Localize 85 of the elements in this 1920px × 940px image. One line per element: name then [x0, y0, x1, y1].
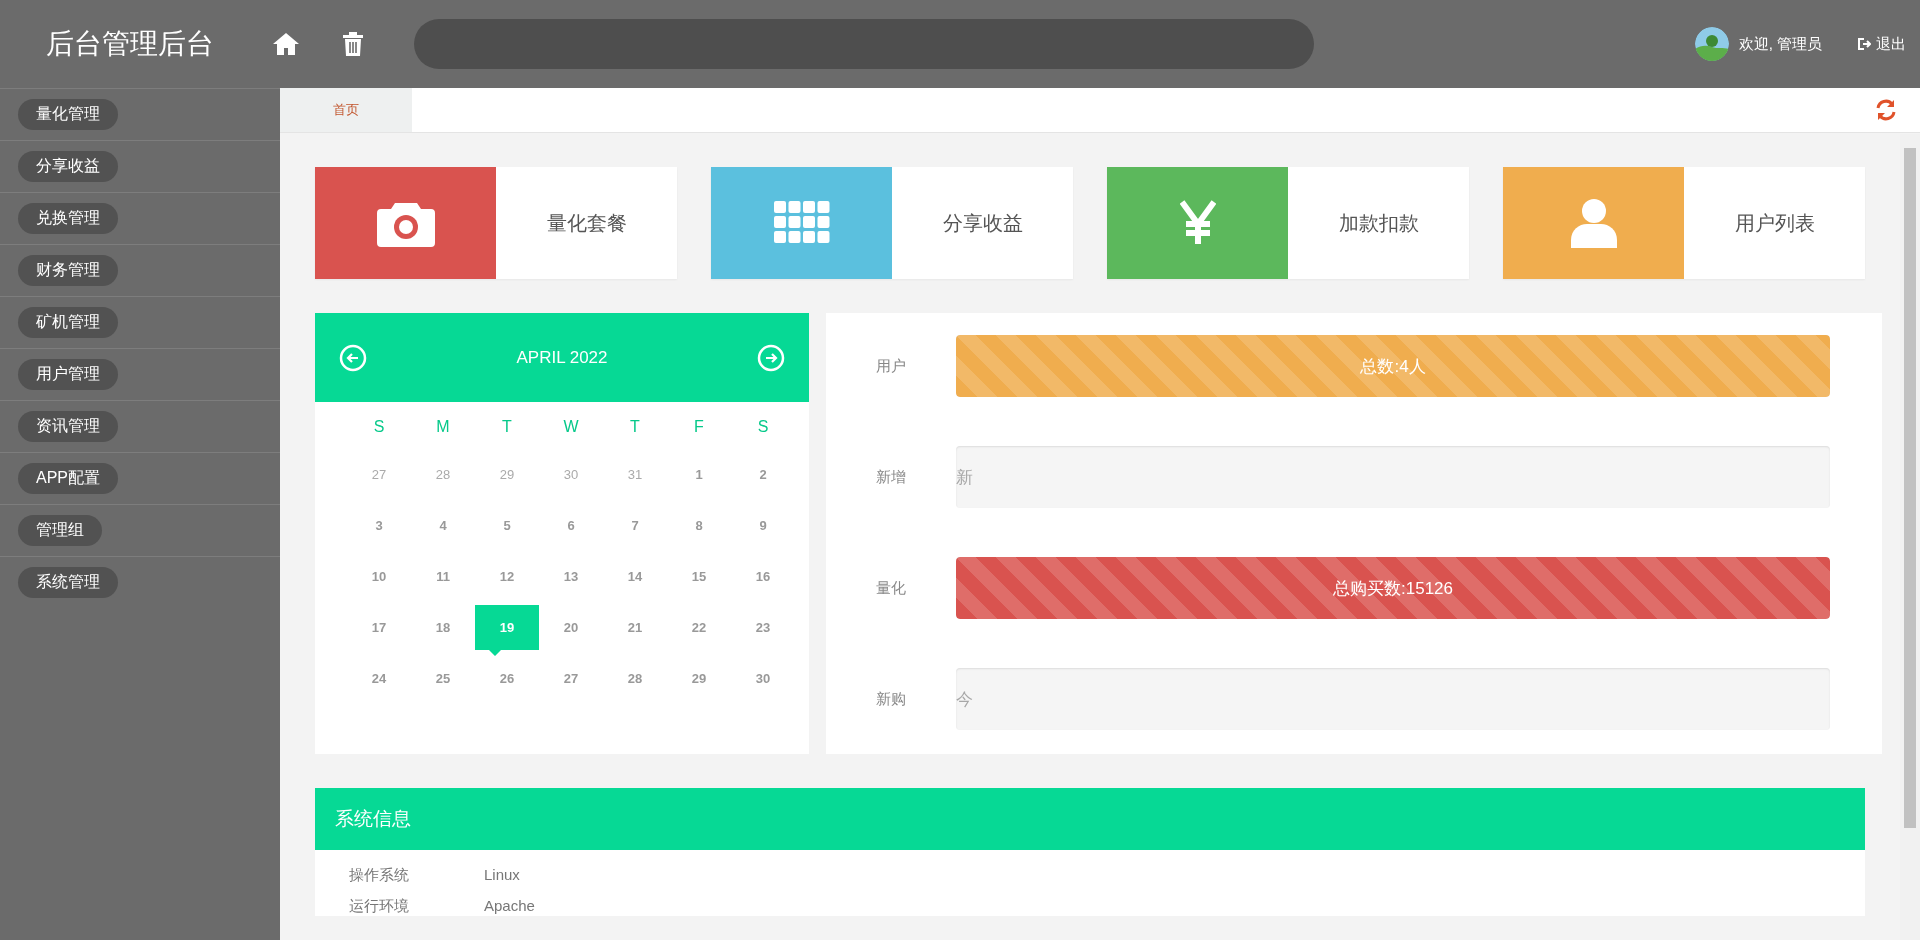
shortcut-card[interactable]: 加款扣款	[1107, 167, 1469, 279]
welcome-text: 欢迎, 管理员	[1738, 34, 1822, 54]
info-key: 运行环境	[349, 897, 484, 916]
calendar-day[interactable]: 27	[539, 656, 603, 707]
calendar-day[interactable]: 8	[667, 503, 731, 554]
trash-icon[interactable]	[342, 31, 364, 57]
calendar-day[interactable]: 18	[411, 605, 475, 656]
sidebar-item[interactable]: 矿机管理	[18, 307, 118, 338]
progress-text: 新	[956, 466, 974, 489]
search-field[interactable]	[414, 19, 1314, 69]
progress-text: 总数:4人	[1359, 355, 1427, 378]
calendar-day[interactable]: 29	[475, 452, 539, 503]
weekday-label: M	[436, 418, 450, 436]
calendar-day[interactable]: 9	[731, 503, 795, 554]
weekday-label: S	[373, 418, 385, 436]
calendar-day[interactable]: 15	[667, 554, 731, 605]
calendar-day[interactable]: 19	[475, 605, 539, 656]
logout-icon	[1858, 38, 1871, 50]
home-icon[interactable]	[272, 32, 300, 56]
calendar-day[interactable]: 1	[667, 452, 731, 503]
progress-text: 总购买数:15126	[1332, 577, 1454, 600]
stat-label: 用户	[875, 356, 907, 376]
logout-link[interactable]: 退出	[1858, 34, 1906, 54]
calendar-day[interactable]: 26	[475, 656, 539, 707]
calendar-day[interactable]: 28	[603, 656, 667, 707]
weekday-label: W	[563, 418, 579, 436]
calendar-day[interactable]: 2	[731, 452, 795, 503]
sidebar-item[interactable]: 用户管理	[18, 359, 118, 390]
sidebar-item[interactable]: APP配置	[18, 463, 118, 494]
info-value: Apache	[484, 897, 535, 916]
sidebar-item[interactable]: 量化管理	[18, 99, 118, 130]
stat-label: 新购	[875, 689, 907, 709]
calendar-day[interactable]: 11	[411, 554, 475, 605]
calendar-day[interactable]: 28	[411, 452, 475, 503]
calendar-day[interactable]: 30	[539, 452, 603, 503]
sidebar-item[interactable]: 分享收益	[18, 151, 118, 182]
calendar-day[interactable]: 4	[411, 503, 475, 554]
calendar-day[interactable]: 10	[347, 554, 411, 605]
refresh-icon[interactable]	[1874, 98, 1898, 122]
shortcut-card[interactable]: 量化套餐	[315, 167, 677, 279]
sidebar-item[interactable]: 兑换管理	[18, 203, 118, 234]
info-value: Linux	[484, 866, 520, 885]
sidebar-item[interactable]: 资讯管理	[18, 411, 118, 442]
calendar-day[interactable]: 16	[731, 554, 795, 605]
calendar-day[interactable]: 3	[347, 503, 411, 554]
weekday-label: T	[630, 418, 640, 436]
calendar-day[interactable]: 6	[539, 503, 603, 554]
calendar-day[interactable]: 13	[539, 554, 603, 605]
sidebar-item[interactable]: 财务管理	[18, 255, 118, 286]
calendar-day[interactable]: 17	[347, 605, 411, 656]
calendar-day[interactable]: 14	[603, 554, 667, 605]
calendar-day[interactable]: 30	[731, 656, 795, 707]
weekday-label: S	[757, 418, 769, 436]
sidebar-item[interactable]: 系统管理	[18, 567, 118, 598]
shortcut-card[interactable]: 分享收益	[711, 167, 1073, 279]
avatar-icon	[1694, 27, 1729, 61]
previous-icon[interactable]	[339, 343, 367, 372]
user-icon	[1570, 198, 1617, 248]
calendar-day[interactable]: 23	[731, 605, 795, 656]
weekday-label: T	[502, 418, 512, 436]
grid-icon	[773, 201, 830, 245]
section-header: 系统信息	[315, 788, 1865, 850]
next-icon[interactable]	[757, 343, 785, 372]
calendar-day[interactable]: 22	[667, 605, 731, 656]
weekday-label: F	[694, 418, 704, 436]
stat-label: 量化	[875, 578, 907, 598]
calendar-day[interactable]: 21	[603, 605, 667, 656]
month-title: APRIL 2022	[516, 347, 608, 368]
yen-icon	[1179, 200, 1216, 246]
tab[interactable]: 首页	[280, 88, 412, 132]
calendar-day[interactable]: 24	[347, 656, 411, 707]
sidebar-item[interactable]: 管理组	[18, 515, 102, 546]
app-title: 后台管理后台	[45, 27, 215, 61]
calendar-day[interactable]: 31	[603, 452, 667, 503]
calendar-day[interactable]: 29	[667, 656, 731, 707]
calendar-day[interactable]: 7	[603, 503, 667, 554]
calendar-day[interactable]: 5	[475, 503, 539, 554]
progress-text: 今	[956, 688, 974, 711]
calendar-day[interactable]: 27	[347, 452, 411, 503]
calendar-day[interactable]: 20	[539, 605, 603, 656]
calendar-day[interactable]: 12	[475, 554, 539, 605]
calendar-day[interactable]: 25	[411, 656, 475, 707]
stat-label: 新增	[875, 467, 907, 487]
info-key: 操作系统	[349, 866, 484, 885]
shortcut-card[interactable]: 用户列表	[1503, 167, 1865, 279]
